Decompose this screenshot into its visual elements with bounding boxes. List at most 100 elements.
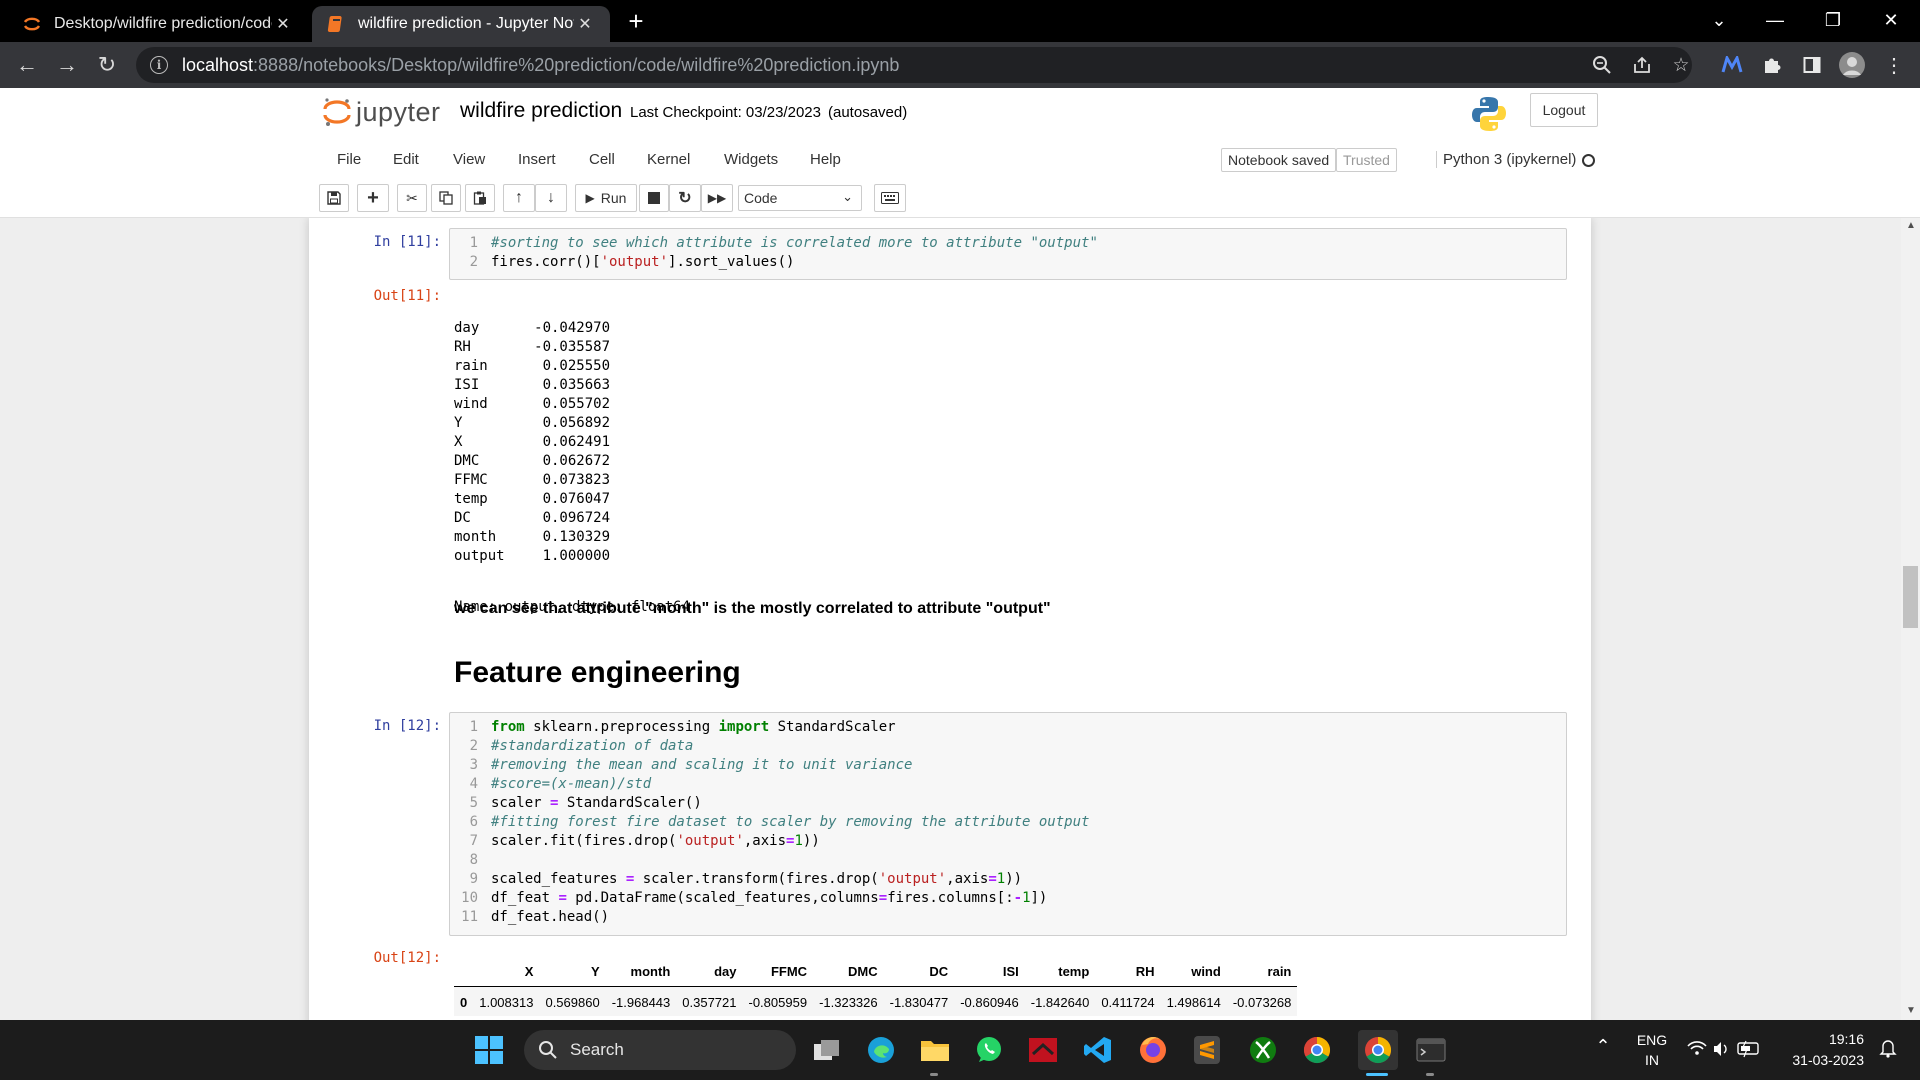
reload-icon[interactable]: ↻ <box>92 50 122 80</box>
back-icon[interactable]: ← <box>12 50 42 80</box>
menu-view[interactable]: View <box>453 151 485 168</box>
chrome-icon-active[interactable] <box>1358 1030 1398 1070</box>
search-icon <box>539 1041 557 1059</box>
restart-button[interactable]: ↻ <box>669 184 701 212</box>
code-cell-11[interactable]: 1 #sorting to see which attribute is corr… <box>449 228 1567 280</box>
terminal-icon[interactable] <box>1414 1033 1448 1067</box>
task-view-icon[interactable] <box>810 1033 844 1067</box>
series-row: DMC 0.062672 <box>454 452 610 471</box>
site-info-icon[interactable]: i <box>150 56 168 74</box>
series-value: 0.055702 <box>542 396 610 412</box>
table-cell: 1.008313 <box>473 986 540 1016</box>
sublime-text-icon[interactable] <box>1190 1033 1224 1067</box>
logout-button[interactable]: Logout <box>1530 93 1598 127</box>
series-key: temp <box>454 491 488 507</box>
menu-insert[interactable]: Insert <box>518 151 556 168</box>
tab-search-icon[interactable]: ⌄ <box>1696 0 1742 40</box>
menu-file[interactable]: File <box>337 151 361 168</box>
extension-m-icon[interactable] <box>1718 51 1746 79</box>
side-panel-icon[interactable] <box>1798 51 1826 79</box>
move-down-button[interactable]: ↓ <box>535 184 567 212</box>
code-line: 3 #removing the mean and scaling it to un… <box>469 757 913 773</box>
markdown-text: we can see that attribute "month" is the… <box>454 600 1051 617</box>
minimize-button[interactable]: — <box>1752 0 1798 40</box>
restore-button[interactable]: ❐ <box>1810 0 1856 40</box>
file-explorer-icon[interactable] <box>918 1033 952 1067</box>
notification-bell-icon[interactable] <box>1878 1038 1898 1061</box>
xbox-icon[interactable] <box>1246 1033 1280 1067</box>
browser-tab-notebook[interactable]: wildfire prediction - Jupyter Note ✕ <box>312 6 610 42</box>
save-button[interactable] <box>319 184 349 212</box>
clock-time[interactable]: 19:16 <box>1778 1031 1864 1047</box>
app-active-indicator <box>1366 1073 1388 1076</box>
vscode-icon[interactable] <box>1081 1033 1115 1067</box>
taskbar-search[interactable]: Search <box>524 1030 796 1070</box>
menu-edit[interactable]: Edit <box>393 151 419 168</box>
chevron-up-icon[interactable]: ⌃ <box>1588 1036 1618 1057</box>
notebook-favicon <box>326 14 346 34</box>
command-palette-button[interactable] <box>874 184 906 212</box>
series-value: 0.025550 <box>542 358 610 374</box>
notebook-name[interactable]: wildfire prediction <box>460 99 622 123</box>
firefox-icon[interactable] <box>1136 1033 1170 1067</box>
menu-widgets[interactable]: Widgets <box>724 151 778 168</box>
scroll-up-icon[interactable]: ▲ <box>1905 220 1917 231</box>
language-code[interactable]: ENG <box>1632 1032 1672 1048</box>
menu-help[interactable]: Help <box>810 151 841 168</box>
code-line: 6 #fitting forest fire dataset to scaler … <box>469 814 1090 830</box>
quick-settings[interactable] <box>1686 1038 1766 1063</box>
close-window-button[interactable]: ✕ <box>1868 0 1914 40</box>
clock-date[interactable]: 31-03-2023 <box>1778 1052 1864 1068</box>
cut-button[interactable]: ✂ <box>397 184 427 212</box>
series-value: 0.056892 <box>542 415 610 431</box>
interrupt-button[interactable] <box>639 184 669 212</box>
stop-icon <box>648 192 660 204</box>
edge-icon[interactable] <box>864 1033 898 1067</box>
windows-start-icon[interactable] <box>474 1035 504 1065</box>
scroll-down-icon[interactable]: ▼ <box>1905 1005 1917 1016</box>
close-icon[interactable]: ✕ <box>272 13 294 35</box>
close-icon[interactable]: ✕ <box>574 13 596 35</box>
paste-button[interactable] <box>465 184 495 212</box>
menu-kernel[interactable]: Kernel <box>647 151 690 168</box>
table-cell: 0.411724 <box>1095 986 1161 1016</box>
table-cell: 0.357721 <box>676 986 743 1016</box>
browser-tab-code[interactable]: Desktop/wildfire prediction/code ✕ <box>8 6 308 42</box>
code-line: 4 #score=(x-mean)/std <box>469 776 652 792</box>
code-cell-12[interactable]: 1 from sklearn.preprocessing import Stand… <box>449 712 1567 936</box>
bookmark-star-icon[interactable]: ☆ <box>1668 52 1694 78</box>
scrollbar-thumb[interactable] <box>1903 566 1918 628</box>
copy-button[interactable] <box>431 184 461 212</box>
trusted-badge[interactable]: Trusted <box>1336 148 1397 172</box>
share-icon[interactable] <box>1629 52 1655 78</box>
arrow-up-icon: ↑ <box>515 189 523 206</box>
menu-cell[interactable]: Cell <box>589 151 615 168</box>
new-tab-button[interactable]: + <box>622 8 650 36</box>
insert-cell-button[interactable]: + <box>357 184 389 212</box>
chrome-menu-icon[interactable]: ⋮ <box>1880 51 1908 79</box>
chrome-icon[interactable] <box>1300 1033 1334 1067</box>
series-key: RH <box>454 339 471 355</box>
series-value: -0.035587 <box>534 339 610 355</box>
extensions-puzzle-icon[interactable] <box>1758 51 1786 79</box>
app-red-icon[interactable] <box>1026 1033 1060 1067</box>
restart-run-all-button[interactable]: ▶▶ <box>701 184 733 212</box>
jupyter-logo[interactable]: jupyter <box>322 96 441 128</box>
language-region[interactable]: IN <box>1632 1052 1672 1068</box>
table-column-header: Y <box>539 958 606 987</box>
jupyter-header: jupyter wildfire prediction Last Checkpo… <box>0 88 1920 140</box>
cell-type-select[interactable]: Code ⌄ <box>738 185 862 211</box>
dataframe-table: X Ymonth day FFMC DMC DC ISI temp RH wind rain 0 1.… <box>454 958 1298 1016</box>
page-viewport: jupyter wildfire prediction Last Checkpo… <box>0 88 1920 1020</box>
forward-icon[interactable]: → <box>52 50 82 80</box>
autosave-status: (autosaved) <box>828 104 908 121</box>
whatsapp-icon[interactable] <box>972 1033 1006 1067</box>
avatar[interactable] <box>1838 51 1866 79</box>
address-bar[interactable]: i localhost:8888/notebooks/Desktop/wildf… <box>136 47 1692 83</box>
input-prompt: In [11]: <box>373 234 441 250</box>
run-button[interactable]: ▶ Run <box>575 184 637 212</box>
zoom-icon[interactable] <box>1589 52 1615 78</box>
table-column-header: RH <box>1095 958 1161 987</box>
move-up-button[interactable]: ↑ <box>503 184 535 212</box>
wifi-icon <box>1687 1041 1707 1055</box>
